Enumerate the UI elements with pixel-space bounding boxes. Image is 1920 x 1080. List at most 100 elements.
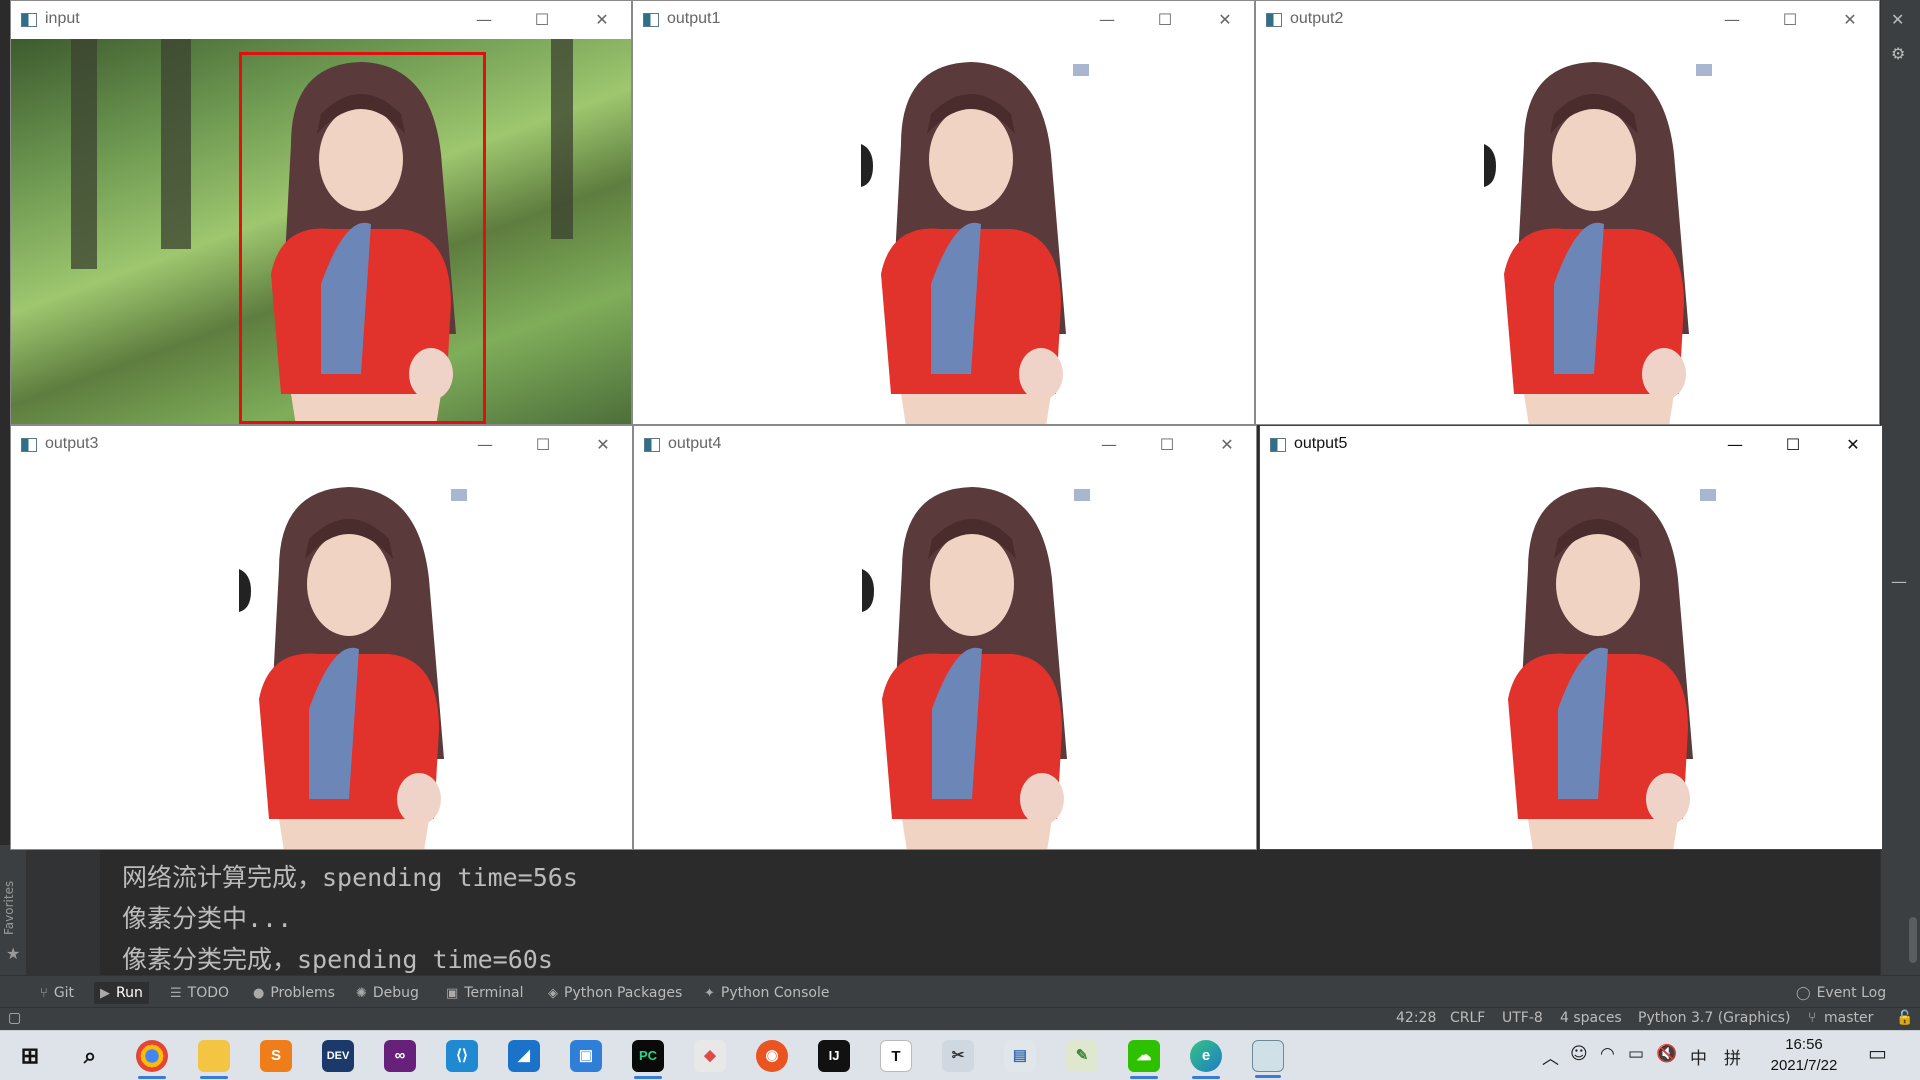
output3-window[interactable]: output3 — ☐ ✕ xyxy=(10,425,633,850)
star-icon[interactable]: ★ xyxy=(6,944,20,963)
debug-icon: ✺ xyxy=(356,986,367,1001)
maximize-button[interactable]: ☐ xyxy=(1775,7,1805,33)
chevron-up-icon[interactable]: ︿ xyxy=(1542,1044,1559,1069)
app-icon[interactable]: ◢ xyxy=(508,1040,540,1072)
window-titlebar[interactable]: output2 — ☐ ✕ xyxy=(1256,1,1879,39)
input-window[interactable]: input — ☐ ✕ xyxy=(10,0,632,425)
ime-language[interactable]: 中 xyxy=(1690,1044,1707,1069)
edge-icon[interactable]: e xyxy=(1190,1040,1222,1079)
console-scrollbar[interactable] xyxy=(1909,917,1917,963)
tab-python-console[interactable]: ✦ Python Console xyxy=(698,982,835,1004)
desktop: ✕ ⚙ — Favorites ★ 网络流计算完成，spending time=… xyxy=(0,0,1920,1080)
notification-icon[interactable]: ▭ xyxy=(1868,1041,1887,1065)
close-icon[interactable]: ✕ xyxy=(1891,10,1904,29)
tree-trunk xyxy=(71,39,97,269)
minimize-button[interactable]: — xyxy=(1092,7,1122,33)
windows-start-icon[interactable]: ⊞ xyxy=(14,1040,46,1072)
wifi-icon[interactable]: ◠ xyxy=(1600,1044,1615,1064)
output1-image xyxy=(633,39,1254,424)
file-explorer-icon[interactable] xyxy=(198,1040,230,1079)
segmented-figure xyxy=(239,487,467,849)
segmented-figure xyxy=(1484,62,1712,424)
tab-label: TODO xyxy=(187,985,230,1001)
tab-problems[interactable]: ● Problems xyxy=(247,982,341,1004)
tab-python-packages[interactable]: ◈ Python Packages xyxy=(542,982,688,1004)
qq-icon[interactable]: ☺ xyxy=(1570,1044,1588,1064)
wechat-icon[interactable]: ☁ xyxy=(1128,1040,1160,1079)
chrome-icon[interactable] xyxy=(136,1040,168,1079)
git-kraken-icon[interactable]: ◆ xyxy=(694,1040,726,1072)
favorites-label[interactable]: Favorites xyxy=(2,881,16,935)
image-window-icon[interactable] xyxy=(1252,1040,1284,1078)
window-title: output2 xyxy=(1290,10,1344,27)
close-button[interactable]: ✕ xyxy=(1212,432,1242,458)
window-title: output5 xyxy=(1294,435,1348,452)
ime-mode[interactable]: 拼 xyxy=(1724,1044,1741,1069)
minimize-button[interactable]: — xyxy=(470,432,500,458)
indent-setting[interactable]: 4 spaces xyxy=(1560,1010,1622,1026)
output1-window[interactable]: output1 — ☐ ✕ xyxy=(632,0,1255,425)
minimize-button[interactable]: — xyxy=(1094,432,1124,458)
window-titlebar[interactable]: output4 — ☐ ✕ xyxy=(634,426,1256,464)
snipping-tool-icon[interactable]: ✂ xyxy=(942,1040,974,1072)
battery-icon[interactable]: ▭ xyxy=(1628,1044,1644,1064)
vscode-icon[interactable]: ⟨⟩ xyxy=(446,1040,478,1072)
opencv-window-icon xyxy=(21,438,37,452)
ubuntu-icon[interactable]: ◉ xyxy=(756,1040,788,1072)
system-clock[interactable]: 16:56 2021/7/22 xyxy=(1754,1034,1854,1076)
lock-icon[interactable]: 🔓 xyxy=(1896,1010,1913,1026)
file-encoding[interactable]: UTF-8 xyxy=(1502,1010,1543,1026)
maximize-button[interactable]: ☐ xyxy=(1150,7,1180,33)
tab-terminal[interactable]: ▣ Terminal xyxy=(440,982,529,1004)
event-log-button[interactable]: ◯ Event Log xyxy=(1790,982,1892,1004)
close-button[interactable]: ✕ xyxy=(1210,7,1240,33)
sublime-text-icon[interactable]: S xyxy=(260,1040,292,1072)
minimize-button[interactable]: — xyxy=(1720,432,1750,458)
window-titlebar[interactable]: output1 — ☐ ✕ xyxy=(633,1,1254,39)
minimize-button[interactable]: — xyxy=(1717,7,1747,33)
pycharm-icon[interactable]: PC xyxy=(632,1040,664,1079)
tab-todo[interactable]: ☰ TODO xyxy=(164,982,235,1004)
maximize-button[interactable]: ☐ xyxy=(527,7,557,33)
close-button[interactable]: ✕ xyxy=(1835,7,1865,33)
volume-icon[interactable]: 🔇 xyxy=(1656,1044,1677,1064)
tab-git[interactable]: ⑂ Git xyxy=(34,982,80,1004)
visual-studio-icon[interactable]: ∞ xyxy=(384,1040,416,1072)
python-interpreter[interactable]: Python 3.7 (Graphics) xyxy=(1638,1010,1790,1026)
tab-debug[interactable]: ✺ Debug xyxy=(350,982,425,1004)
minimize-button[interactable]: — xyxy=(469,7,499,33)
close-button[interactable]: ✕ xyxy=(1838,432,1868,458)
maximize-button[interactable]: ☐ xyxy=(528,432,558,458)
output4-window[interactable]: output4 — ☐ ✕ xyxy=(633,425,1257,850)
paint-icon[interactable]: ✎ xyxy=(1066,1040,1098,1072)
window-titlebar[interactable]: output3 — ☐ ✕ xyxy=(11,426,632,464)
dev-cpp-icon[interactable]: DEV xyxy=(322,1040,354,1072)
close-button[interactable]: ✕ xyxy=(588,432,618,458)
intellij-icon[interactable]: IJ xyxy=(818,1040,850,1072)
close-button[interactable]: ✕ xyxy=(587,7,617,33)
caret-position[interactable]: 42:28 xyxy=(1396,1010,1436,1026)
window-titlebar[interactable]: input — ☐ ✕ xyxy=(11,1,631,39)
tab-label: Event Log xyxy=(1816,985,1887,1001)
taskbar: ⊞ ⌕ S DEV ∞ ⟨⟩ ◢ ▣ PC ◆ ◉ IJ T ✂ ▤ ✎ ☁ e… xyxy=(0,1030,1920,1080)
photos-icon[interactable]: ▤ xyxy=(1004,1040,1036,1072)
problems-icon: ● xyxy=(253,986,265,1001)
python-packages-icon: ◈ xyxy=(548,986,558,1001)
minimize-icon[interactable]: — xyxy=(1891,572,1907,591)
opencv-window-icon xyxy=(643,13,659,27)
typora-icon[interactable]: T xyxy=(880,1040,912,1072)
output5-window[interactable]: output5 — ☐ ✕ xyxy=(1259,425,1883,850)
tab-label: Problems xyxy=(270,985,335,1001)
output2-window[interactable]: output2 — ☐ ✕ xyxy=(1255,0,1880,425)
git-branch[interactable]: master xyxy=(1824,1010,1873,1026)
window-titlebar[interactable]: output5 — ☐ ✕ xyxy=(1260,426,1882,464)
gear-icon[interactable]: ⚙ xyxy=(1891,44,1905,63)
tab-run[interactable]: ▶ Run xyxy=(94,982,149,1004)
virtualbox-icon[interactable]: ▣ xyxy=(570,1040,602,1072)
layout-icon[interactable]: ▢ xyxy=(8,1010,21,1026)
maximize-button[interactable]: ☐ xyxy=(1152,432,1182,458)
clock-time: 16:56 xyxy=(1785,1036,1823,1053)
search-icon[interactable]: ⌕ xyxy=(74,1040,106,1072)
line-ending[interactable]: CRLF xyxy=(1450,1010,1485,1026)
maximize-button[interactable]: ☐ xyxy=(1778,432,1808,458)
